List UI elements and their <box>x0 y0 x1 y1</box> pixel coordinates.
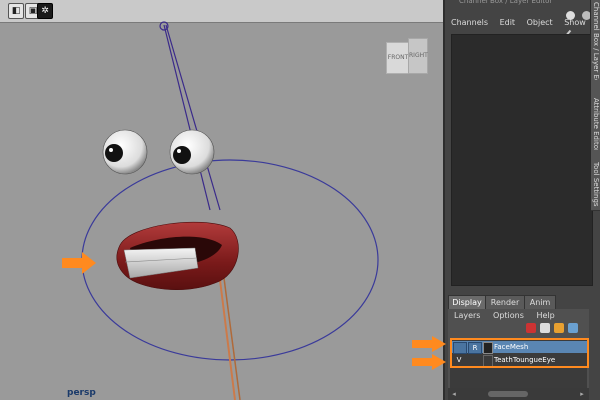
side-tab-channel-box[interactable]: Channel Box / Layer Editor <box>591 0 600 95</box>
layer-color-swatch[interactable] <box>483 355 493 367</box>
side-tab-tool-settings-label: Tool Settings <box>592 162 600 207</box>
scroll-thumb[interactable] <box>488 391 528 397</box>
menu-show[interactable]: Show <box>564 18 586 27</box>
tab-anim[interactable]: Anim <box>524 295 556 310</box>
layer-move-down-icon[interactable] <box>568 323 578 333</box>
side-tab-attribute-editor-label: Attribute Editor <box>592 98 600 152</box>
layer-row-teath[interactable]: V TeathToungueEye <box>450 354 587 367</box>
layer-move-up-icon[interactable] <box>554 323 564 333</box>
menu-object[interactable]: Object <box>527 18 553 27</box>
side-tab-tool-settings[interactable]: Tool Settings <box>591 150 600 211</box>
channel-menu-bar: Channels Edit Object Show <box>451 18 595 27</box>
menu-edit[interactable]: Edit <box>500 18 516 27</box>
layer-display-type-toggle[interactable] <box>468 355 480 365</box>
scene-canvas <box>62 21 379 400</box>
new-layer-icon[interactable] <box>526 323 536 333</box>
layer-row-facemesh[interactable]: R FaceMesh <box>450 341 587 354</box>
mouth-mesh <box>116 221 239 290</box>
layer-name[interactable]: FaceMesh <box>494 341 528 353</box>
side-tab-strip: Channel Box / Layer Editor Attribute Edi… <box>590 0 600 211</box>
layer-visibility-toggle[interactable] <box>453 342 467 354</box>
perspective-viewport[interactable]: ◧ ▣ ✲ FRONT RIGHT persp <box>0 0 443 400</box>
scroll-left-icon[interactable]: ◂ <box>450 390 458 398</box>
scroll-right-icon[interactable]: ▸ <box>578 390 586 398</box>
menu-layers[interactable]: Layers <box>454 311 480 320</box>
new-layer-selected-icon[interactable] <box>540 323 550 333</box>
right-eye <box>169 129 215 175</box>
side-tab-attribute-editor[interactable]: Attribute Editor <box>591 80 600 152</box>
layer-scrollbar[interactable]: ◂ ▸ <box>448 388 589 400</box>
viewcube-right[interactable]: RIGHT <box>408 38 428 74</box>
viewcube[interactable]: FRONT RIGHT <box>386 38 428 74</box>
layer-display-type-toggle[interactable]: R <box>468 342 482 354</box>
viewcube-front[interactable]: FRONT <box>386 42 410 74</box>
layer-toolbar <box>526 323 586 335</box>
tab-display[interactable]: Display <box>448 295 486 310</box>
layer-menu-bar: Layers Options Help <box>454 311 565 320</box>
rig-line-right <box>165 24 221 211</box>
layer-editor: Layers Options Help R FaceMesh V TeathTo… <box>448 309 589 400</box>
camera-label: persp <box>67 388 96 398</box>
left-eye <box>102 129 148 175</box>
layer-visibility-toggle[interactable]: V <box>453 355 465 365</box>
annotation-arrow-viewport <box>62 252 96 274</box>
layer-color-swatch[interactable] <box>483 342 493 354</box>
annotation-arrows-layers <box>412 336 446 370</box>
menu-channels[interactable]: Channels <box>451 18 488 27</box>
layer-name[interactable]: TeathToungueEye <box>494 354 555 366</box>
menu-options[interactable]: Options <box>493 311 524 320</box>
tab-render[interactable]: Render <box>485 295 525 310</box>
menu-help[interactable]: Help <box>536 311 554 320</box>
channel-list-area[interactable] <box>451 34 593 286</box>
rig-line-left <box>163 24 211 211</box>
